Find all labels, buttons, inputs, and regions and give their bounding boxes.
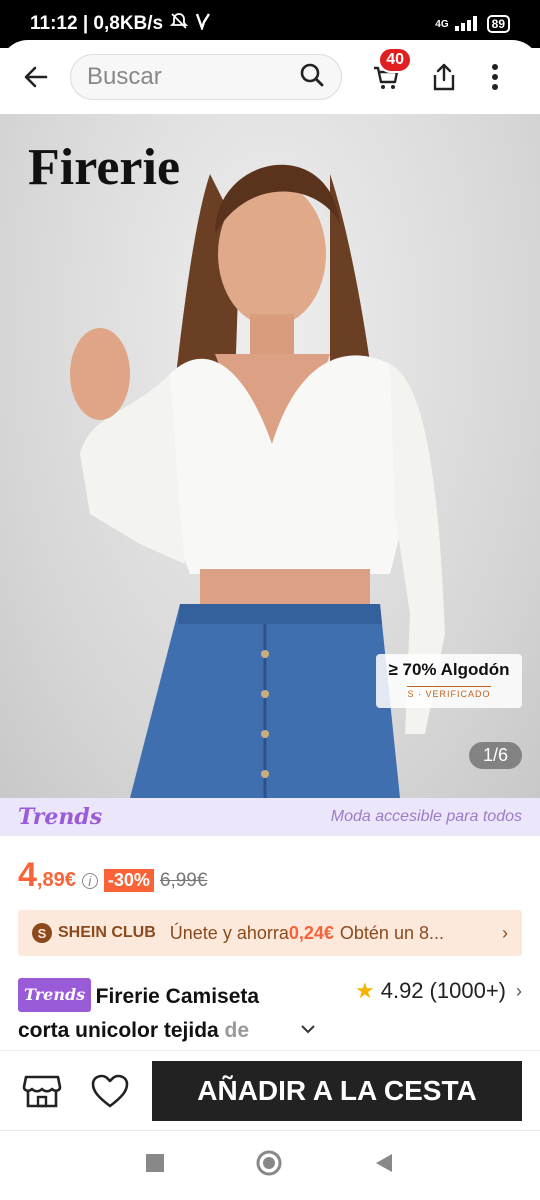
more-vertical-icon — [492, 64, 498, 90]
chevron-down-icon[interactable] — [300, 1022, 316, 1040]
star-icon: ★ — [354, 978, 375, 1003]
add-to-cart-button[interactable]: AÑADIR A LA CESTA — [152, 1060, 522, 1121]
club-promo-tail: Obtén un 8... — [339, 922, 444, 943]
triangle-back-icon — [376, 1154, 392, 1172]
chevron-right-icon: › — [516, 980, 522, 1001]
chevron-right-icon: › — [502, 922, 508, 943]
arrow-left-icon — [24, 66, 48, 88]
brand-watermark: Firerie — [28, 139, 181, 196]
material-verified: S · VERIFICADO — [407, 686, 491, 699]
network-label: 4G — [435, 18, 449, 30]
image-counter: 1/6 — [468, 742, 522, 769]
home-button[interactable] — [255, 1149, 283, 1182]
muted-bell-icon — [169, 11, 189, 37]
price-integer: 4 — [18, 856, 37, 894]
trends-tag: Trends — [18, 978, 92, 1012]
product-title[interactable]: Trends Firerie Camiseta corta unicolor t… — [18, 978, 318, 1049]
search-icon[interactable] — [299, 62, 325, 93]
share-icon — [433, 63, 455, 91]
store-button[interactable] — [18, 1067, 66, 1115]
product-title-row: Trends Firerie Camiseta corta unicolor t… — [18, 978, 522, 1048]
club-logo-icon: S — [32, 923, 52, 943]
title-line-1: Firerie Camiseta — [95, 985, 260, 1008]
rating-value: 4.92 — [380, 978, 424, 1003]
trends-logo: Trends — [18, 804, 103, 830]
status-time: 11:12 | 0,8KB/s — [30, 13, 164, 34]
material-title: ≥ 70% Algodón — [388, 660, 510, 679]
discount-badge: -30% — [103, 869, 154, 892]
store-icon — [22, 1075, 62, 1107]
product-page: 11:12 | 0,8KB/s 4G 89 Buscar 40 Firerie … — [0, 0, 540, 1200]
cart-count-badge: 40 — [378, 47, 412, 73]
club-promo-text: Únete y ahorra — [169, 922, 289, 943]
back-system-button[interactable] — [373, 1152, 395, 1179]
title-line-2: corta unicolor tejida — [18, 1019, 225, 1042]
system-navigation-bar — [0, 1130, 540, 1200]
square-icon — [146, 1154, 164, 1172]
bottom-action-bar: AÑADIR A LA CESTA — [0, 1050, 540, 1130]
review-count: (1000+) — [429, 978, 506, 1003]
more-options-button[interactable] — [480, 55, 510, 99]
cart-button[interactable]: 40 — [364, 47, 412, 99]
wishlist-button[interactable] — [86, 1067, 134, 1115]
recents-button[interactable] — [145, 1153, 165, 1178]
material-badge: ≥ 70% Algodón S · VERIFICADO — [376, 654, 522, 708]
signal-icon — [454, 15, 481, 34]
trends-banner[interactable]: Trends Moda accesible para todos — [0, 798, 540, 836]
top-app-bar: Buscar 40 — [0, 40, 540, 114]
battery-icon: 89 — [486, 15, 510, 33]
price-row: 4,89€ i -30% 6,99€ — [18, 856, 207, 895]
share-button[interactable] — [422, 55, 466, 99]
trends-slogan: Moda accesible para todos — [330, 808, 522, 825]
circle-icon — [256, 1150, 282, 1176]
app-notification-icon — [195, 12, 211, 36]
product-image-carousel[interactable]: Firerie ≥ 70% Algodón S · VERIFICADO 1/6 — [0, 114, 540, 798]
back-button[interactable] — [14, 55, 58, 99]
original-price: 6,99€ — [159, 870, 208, 891]
rating-summary[interactable]: ★ 4.92 (1000+) › — [355, 978, 522, 1004]
price-decimal: ,89€ — [36, 869, 76, 891]
search-placeholder: Buscar — [87, 63, 162, 90]
club-saving-amount: 0,24€ — [288, 922, 334, 943]
info-icon[interactable]: i — [81, 873, 98, 889]
shein-club-banner[interactable]: S SHEIN CLUB Únete y ahorra 0,24€ Obtén u… — [18, 910, 522, 956]
current-price: 4,89€ — [18, 856, 76, 895]
heart-icon — [91, 1074, 129, 1107]
search-input[interactable]: Buscar — [70, 54, 342, 100]
club-label: SHEIN CLUB — [58, 924, 156, 941]
title-fade: de — [224, 1019, 250, 1042]
